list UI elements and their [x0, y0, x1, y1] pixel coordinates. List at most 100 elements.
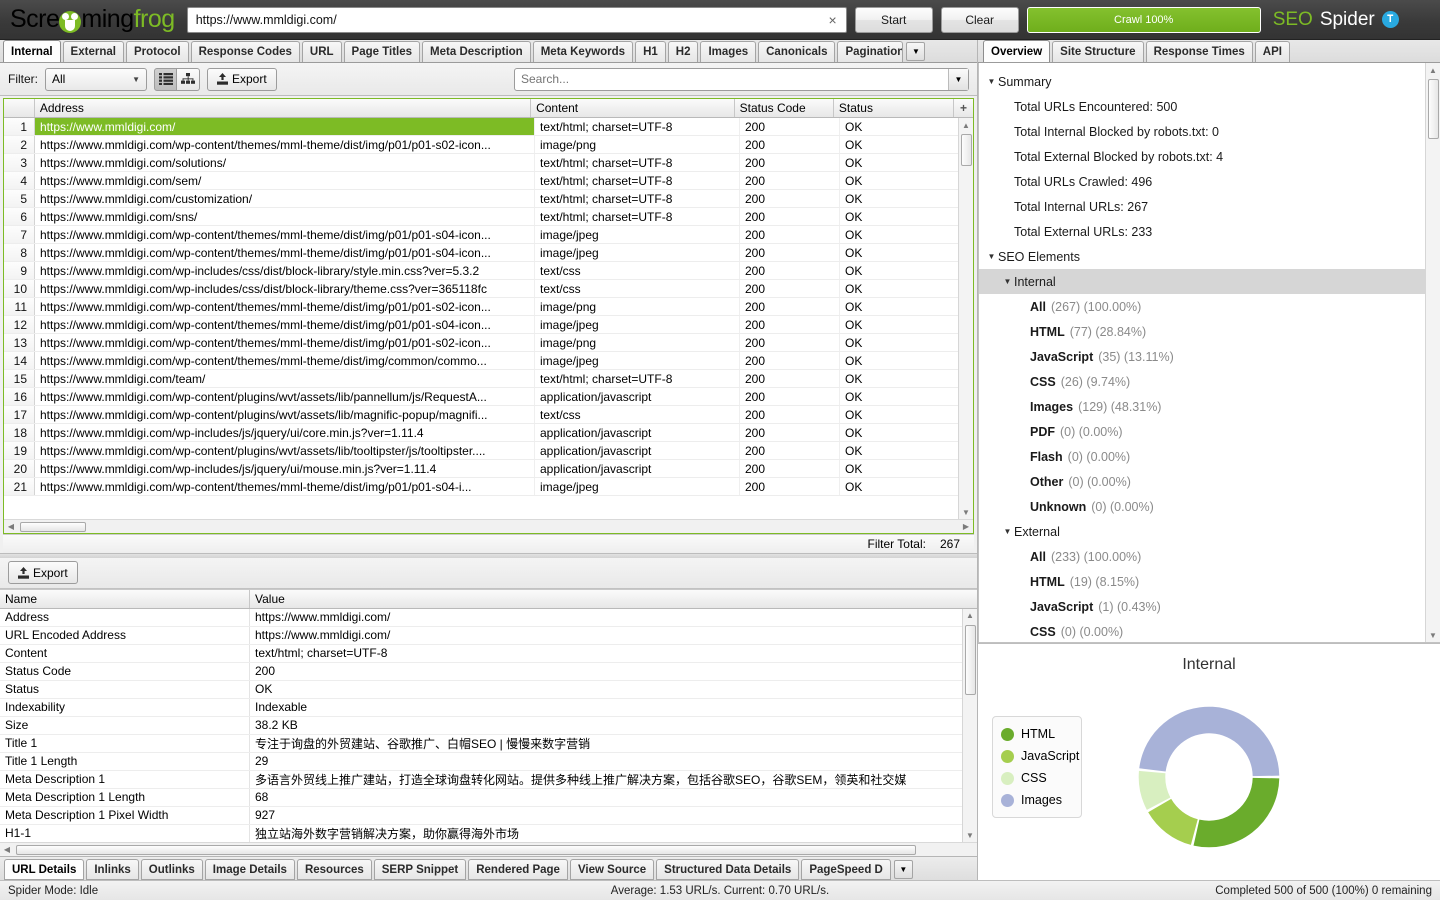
- detail-vertical-scrollbar[interactable]: ▲ ▼: [962, 609, 977, 842]
- table-row[interactable]: 21https://www.mmldigi.com/wp-content/the…: [4, 478, 973, 496]
- tab-canonicals[interactable]: Canonicals: [758, 41, 835, 62]
- detail-row[interactable]: Contenttext/html; charset=UTF-8: [0, 645, 977, 663]
- table-row[interactable]: 2https://www.mmldigi.com/wp-content/them…: [4, 136, 973, 154]
- bottom-tab-serp-snippet[interactable]: SERP Snippet: [374, 859, 466, 880]
- overview-vertical-scrollbar[interactable]: ▲ ▼: [1425, 63, 1440, 642]
- table-row[interactable]: 8https://www.mmldigi.com/wp-content/them…: [4, 244, 973, 262]
- tab-internal[interactable]: Internal: [3, 40, 61, 62]
- overview-tree-row[interactable]: All(267) (100.00%): [979, 294, 1440, 319]
- overview-tree-row[interactable]: All(233) (100.00%): [979, 544, 1440, 569]
- overview-tree-row[interactable]: CSS(26) (9.74%): [979, 369, 1440, 394]
- export-button[interactable]: Export: [207, 68, 277, 91]
- detail-row[interactable]: Meta Description 1多语言外贸线上推广建站，打造全球询盘转化网站…: [0, 771, 977, 789]
- scroll-down-icon[interactable]: ▼: [959, 505, 973, 519]
- right-tab-site-structure[interactable]: Site Structure: [1052, 41, 1143, 62]
- table-row[interactable]: 1https://www.mmldigi.com/text/html; char…: [4, 118, 973, 136]
- detail-row[interactable]: URL Encoded Addresshttps://www.mmldigi.c…: [0, 627, 977, 645]
- bottom-tab-structured-data-details[interactable]: Structured Data Details: [656, 859, 799, 880]
- overview-tree-row[interactable]: Total External URLs: 233: [979, 219, 1440, 244]
- grid-header-status[interactable]: Status: [834, 99, 954, 117]
- grid-add-column-button[interactable]: +: [954, 99, 973, 117]
- bottom-tab-resources[interactable]: Resources: [297, 859, 372, 880]
- tab-h1[interactable]: H1: [635, 41, 666, 62]
- donut-slice-javascript[interactable]: [1148, 799, 1198, 845]
- grid-hscroll-thumb[interactable]: [20, 522, 86, 532]
- search-bar[interactable]: ▼: [514, 68, 969, 91]
- overview-tree-row[interactable]: Unknown(0) (0.00%): [979, 494, 1440, 519]
- tab-meta-description[interactable]: Meta Description: [422, 41, 531, 62]
- url-input[interactable]: [194, 12, 826, 28]
- tab-pagination[interactable]: Pagination: [837, 41, 903, 62]
- detail-row[interactable]: Size38.2 KB: [0, 717, 977, 735]
- right-tab-api[interactable]: API: [1255, 41, 1290, 62]
- table-row[interactable]: 17https://www.mmldigi.com/wp-content/plu…: [4, 406, 973, 424]
- grid-header-address[interactable]: Address: [35, 99, 531, 117]
- overview-tree-row[interactable]: PDF(0) (0.00%): [979, 419, 1440, 444]
- scroll-up-icon[interactable]: ▲: [963, 609, 977, 623]
- clear-button[interactable]: Clear: [941, 7, 1019, 33]
- overview-vscroll-thumb[interactable]: [1428, 79, 1439, 139]
- detail-hscroll-thumb[interactable]: [16, 845, 916, 855]
- clear-url-icon[interactable]: ×: [826, 12, 840, 28]
- legend-item[interactable]: HTML: [1001, 723, 1073, 745]
- detail-vscroll-thumb[interactable]: [965, 625, 976, 695]
- overview-tree-row[interactable]: HTML(77) (28.84%): [979, 319, 1440, 344]
- table-row[interactable]: 10https://www.mmldigi.com/wp-includes/cs…: [4, 280, 973, 298]
- bottom-tab-view-source[interactable]: View Source: [570, 859, 654, 880]
- detail-horizontal-scrollbar[interactable]: ◀: [0, 842, 977, 856]
- table-row[interactable]: 9https://www.mmldigi.com/wp-includes/css…: [4, 262, 973, 280]
- start-button[interactable]: Start: [855, 7, 933, 33]
- grid-vertical-scrollbar[interactable]: ▲ ▼: [958, 118, 973, 519]
- right-tab-response-times[interactable]: Response Times: [1146, 41, 1253, 62]
- tab-images[interactable]: Images: [700, 41, 756, 62]
- search-input[interactable]: [515, 72, 948, 86]
- tab-overflow-chevron-down-icon[interactable]: ▼: [906, 42, 925, 61]
- table-row[interactable]: 4https://www.mmldigi.com/sem/text/html; …: [4, 172, 973, 190]
- legend-item[interactable]: CSS: [1001, 767, 1073, 789]
- table-row[interactable]: 20https://www.mmldigi.com/wp-includes/js…: [4, 460, 973, 478]
- caret-down-icon[interactable]: ▼: [985, 77, 998, 86]
- legend-item[interactable]: Images: [1001, 789, 1073, 811]
- search-dropdown-icon[interactable]: ▼: [948, 69, 968, 90]
- table-row[interactable]: 15https://www.mmldigi.com/team/text/html…: [4, 370, 973, 388]
- bottom-tab-rendered-page[interactable]: Rendered Page: [468, 859, 568, 880]
- overview-tree-row[interactable]: Total URLs Encountered: 500: [979, 94, 1440, 119]
- overview-tree-row[interactable]: Total External Blocked by robots.txt: 4: [979, 144, 1440, 169]
- detail-row[interactable]: Status Code200: [0, 663, 977, 681]
- scroll-down-icon[interactable]: ▼: [963, 828, 977, 842]
- caret-down-icon[interactable]: ▼: [1001, 527, 1014, 536]
- caret-down-icon[interactable]: ▼: [1001, 277, 1014, 286]
- tab-response-codes[interactable]: Response Codes: [191, 41, 300, 62]
- overview-tree-row[interactable]: Images(129) (48.31%): [979, 394, 1440, 419]
- overview-tree-row[interactable]: CSS(0) (0.00%): [979, 619, 1440, 643]
- overview-tree-row[interactable]: Total Internal URLs: 267: [979, 194, 1440, 219]
- table-row[interactable]: 5https://www.mmldigi.com/customization/t…: [4, 190, 973, 208]
- overview-tree-row[interactable]: ▼Internal: [979, 269, 1440, 294]
- overview-tree-row[interactable]: Total Internal Blocked by robots.txt: 0: [979, 119, 1440, 144]
- detail-row[interactable]: Title 1 Length29: [0, 753, 977, 771]
- tab-meta-keywords[interactable]: Meta Keywords: [533, 41, 633, 62]
- detail-row[interactable]: Meta Description 1 Length68: [0, 789, 977, 807]
- bottom-tab-overflow-chevron-down-icon[interactable]: ▼: [894, 860, 913, 879]
- table-row[interactable]: 16https://www.mmldigi.com/wp-content/plu…: [4, 388, 973, 406]
- scroll-left-icon[interactable]: ◀: [4, 522, 18, 531]
- overview-tree-row[interactable]: JavaScript(35) (13.11%): [979, 344, 1440, 369]
- detail-row[interactable]: Title 1专注于询盘的外贸建站、谷歌推广、白帽SEO | 慢慢来数字营销: [0, 735, 977, 753]
- caret-down-icon[interactable]: ▼: [985, 252, 998, 261]
- scroll-up-icon[interactable]: ▲: [959, 118, 973, 132]
- bottom-tab-image-details[interactable]: Image Details: [205, 859, 295, 880]
- bottom-tab-pagespeed-d[interactable]: PageSpeed D: [801, 859, 891, 880]
- overview-tree-row[interactable]: ▼Summary: [979, 69, 1440, 94]
- legend-item[interactable]: JavaScript: [1001, 745, 1073, 767]
- right-tab-overview[interactable]: Overview: [983, 40, 1050, 62]
- bottom-tab-url-details[interactable]: URL Details: [4, 859, 84, 880]
- overview-tree-row[interactable]: ▼External: [979, 519, 1440, 544]
- overview-tree-row[interactable]: HTML(19) (8.15%): [979, 569, 1440, 594]
- detail-row[interactable]: IndexabilityIndexable: [0, 699, 977, 717]
- detail-export-button[interactable]: Export: [8, 561, 78, 584]
- table-row[interactable]: 3https://www.mmldigi.com/solutions/text/…: [4, 154, 973, 172]
- url-bar[interactable]: ×: [187, 7, 847, 33]
- donut-slice-html[interactable]: [1194, 778, 1280, 847]
- table-row[interactable]: 11https://www.mmldigi.com/wp-content/the…: [4, 298, 973, 316]
- bottom-tab-inlinks[interactable]: Inlinks: [86, 859, 138, 880]
